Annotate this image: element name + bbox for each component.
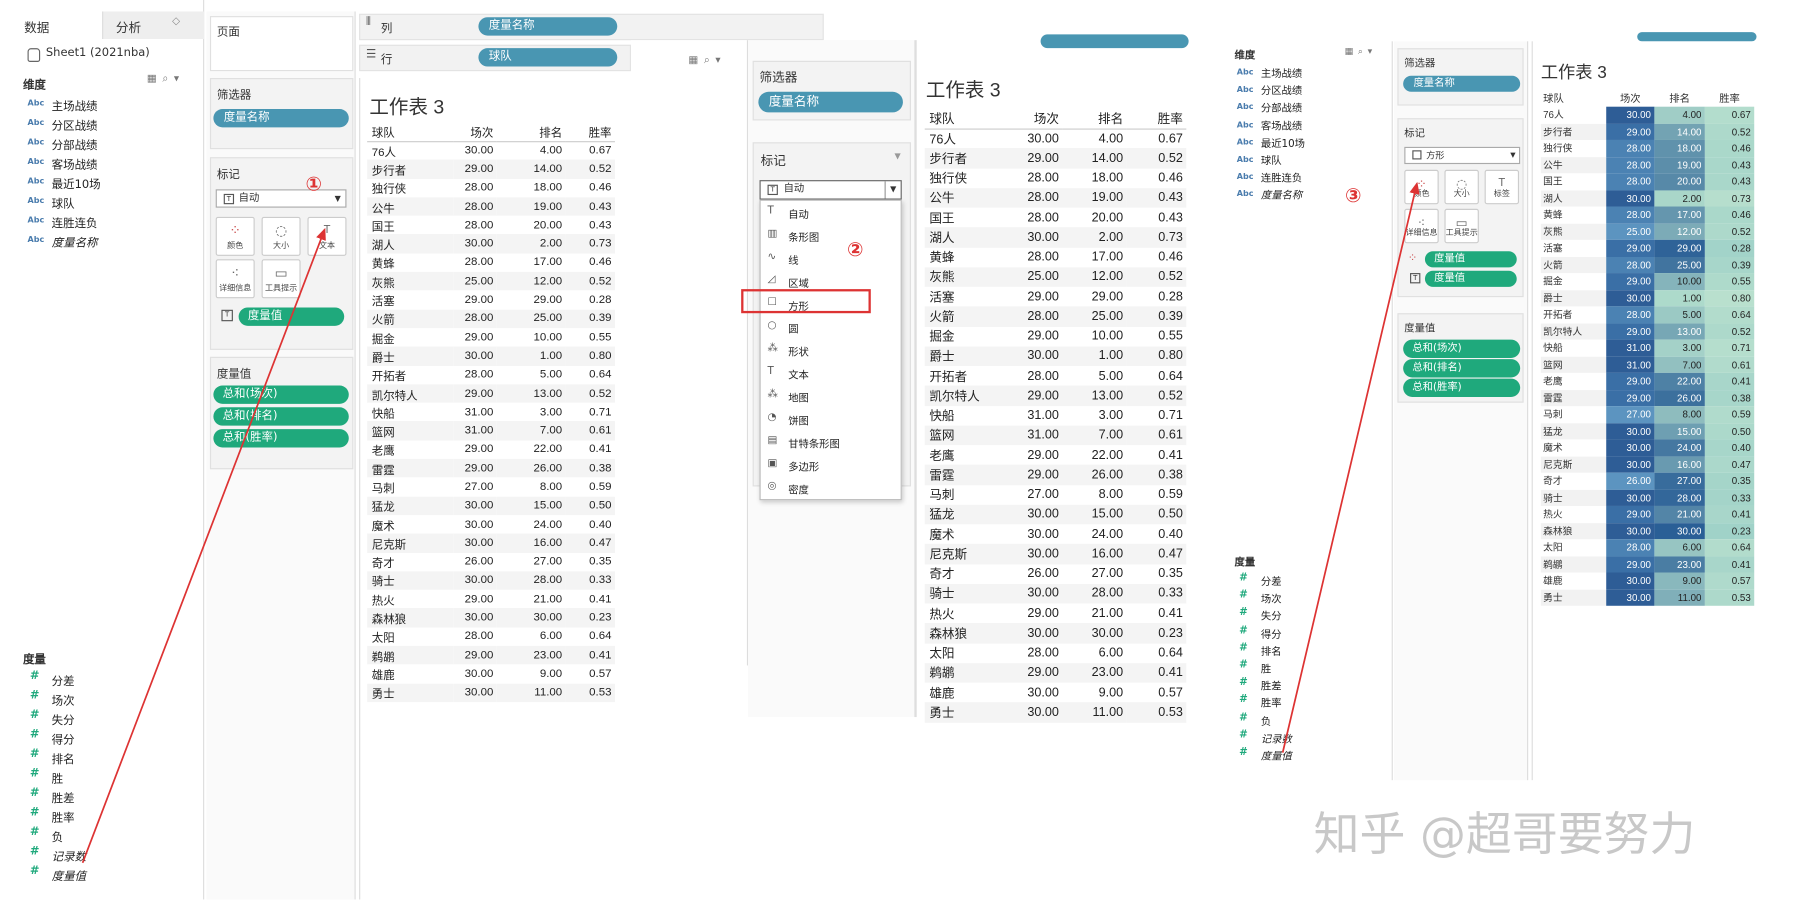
- step-1-marker: ①: [305, 173, 323, 197]
- step-3-marker: ③: [1344, 184, 1362, 208]
- step-2-marker: ②: [847, 238, 864, 262]
- arrow-to-color-button: [1281, 181, 1420, 753]
- arrow-to-text-button: [81, 227, 326, 864]
- annotation-arrows: [81, 181, 1420, 864]
- watermark: 知乎 @超哥要努力: [1313, 808, 1696, 862]
